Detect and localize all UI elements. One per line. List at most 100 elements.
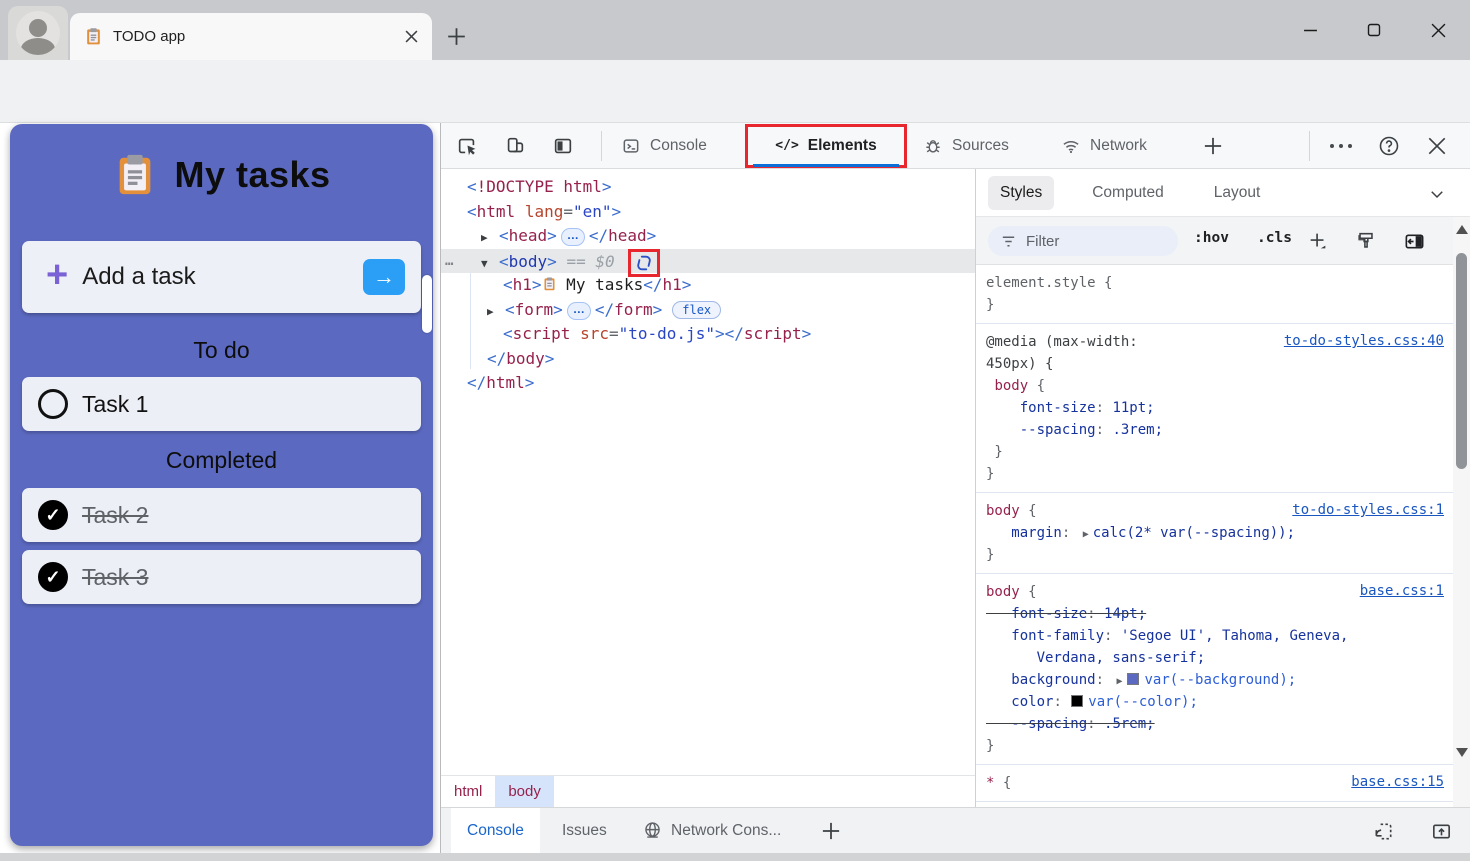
css-declaration[interactable]: color: var(--color);: [986, 691, 1453, 713]
expand-value-icon[interactable]: ▶: [1112, 676, 1126, 687]
css-rules-list: element.style {}to-do-styles.css:40@medi…: [976, 265, 1453, 807]
drawer-more-tabs-icon[interactable]: [819, 819, 843, 843]
code-token: >: [525, 373, 535, 392]
css-declaration[interactable]: }: [986, 463, 1453, 485]
tab-console[interactable]: Console: [621, 123, 707, 168]
dom-tree-row[interactable]: </html>: [441, 371, 975, 396]
dom-tree-row[interactable]: …▼<body> == $0: [441, 249, 975, 274]
scroll-down-arrow[interactable]: [1456, 748, 1468, 757]
more-tabs-icon[interactable]: [1201, 134, 1225, 158]
color-swatch[interactable]: [1127, 673, 1139, 685]
css-source-link[interactable]: to-do-styles.css:1: [1292, 502, 1444, 518]
page-scrollbar-thumb[interactable]: [422, 275, 432, 333]
drawer-tab-issues[interactable]: Issues: [546, 808, 623, 853]
tab-computed[interactable]: Computed: [1080, 176, 1176, 210]
css-rule-section: base.css:15* {: [976, 765, 1453, 802]
dom-tree-row[interactable]: ▶<head>…</head>: [441, 224, 975, 249]
task-row[interactable]: Task 1: [22, 377, 421, 431]
submit-task-button[interactable]: →: [363, 259, 405, 295]
profile-avatar[interactable]: [8, 6, 68, 60]
task-label: Task 1: [82, 391, 148, 418]
task-row[interactable]: ✓Task 2: [22, 488, 421, 542]
devtools-main: <!DOCTYPE html><html lang="en">▶<head>…<…: [441, 169, 1470, 807]
activity-bar-layout-icon[interactable]: [551, 134, 575, 158]
expand-arrow-icon[interactable]: ▶: [481, 226, 499, 251]
add-task-input[interactable]: + Add a task →: [22, 241, 421, 313]
code-token: [515, 202, 525, 221]
dom-tree-row[interactable]: <script src="to-do.js"></script>: [441, 322, 975, 347]
dock-panel-icon[interactable]: [1402, 229, 1426, 253]
css-declaration[interactable]: font-size: 14pt;: [986, 603, 1453, 625]
toggle-class-button[interactable]: .cls: [1257, 230, 1292, 246]
chevron-down-icon[interactable]: [1428, 185, 1446, 203]
css-source-link[interactable]: to-do-styles.css:40: [1284, 333, 1444, 349]
dashed-box-arrow-icon[interactable]: [1371, 819, 1395, 843]
css-declaration[interactable]: --spacing: .3rem;: [986, 419, 1453, 441]
new-tab-button[interactable]: [442, 22, 470, 50]
close-window-button[interactable]: [1406, 3, 1470, 57]
css-declaration[interactable]: 450px) {: [986, 353, 1453, 375]
breadcrumb-html[interactable]: html: [441, 776, 495, 807]
tab-elements[interactable]: </> Elements: [753, 123, 899, 168]
console-icon: [621, 136, 641, 156]
tab-styles[interactable]: Styles: [988, 176, 1054, 210]
inspect-element-icon[interactable]: [455, 134, 479, 158]
device-emulation-icon[interactable]: [503, 134, 527, 158]
drawer-tab-network-console[interactable]: Network Cons...: [626, 808, 797, 853]
scroll-up-arrow[interactable]: [1456, 225, 1468, 234]
close-devtools-icon[interactable]: [1425, 134, 1449, 158]
drawer-issues-label: Issues: [562, 822, 607, 840]
help-icon[interactable]: [1377, 134, 1401, 158]
expand-value-icon[interactable]: ▶: [1079, 529, 1093, 540]
dom-tree-row[interactable]: <html lang="en">: [441, 200, 975, 225]
task-checkbox-checked[interactable]: ✓: [38, 562, 68, 592]
new-style-rule-icon[interactable]: [1306, 229, 1330, 253]
dom-tree-row[interactable]: ▶<form>…</form>flex: [441, 298, 975, 323]
scrollbar-thumb[interactable]: [1456, 253, 1467, 469]
code-token: == $0: [557, 252, 624, 271]
tab-layout[interactable]: Layout: [1202, 176, 1273, 210]
drawer-tab-console[interactable]: Console: [451, 808, 540, 853]
css-declaration[interactable]: }: [986, 544, 1453, 566]
css-declaration[interactable]: body {: [986, 375, 1453, 397]
maximize-button[interactable]: [1342, 3, 1406, 57]
css-declaration[interactable]: font-size: 11pt;: [986, 397, 1453, 419]
expand-arrow-icon[interactable]: ▶: [487, 300, 505, 325]
task-row[interactable]: ✓Task 3: [22, 550, 421, 604]
breadcrumb-body[interactable]: body: [495, 776, 554, 807]
dom-tree-row[interactable]: <h1> My tasks</h1>: [441, 273, 975, 298]
dom-tree-row[interactable]: <!DOCTYPE html>: [441, 175, 975, 200]
css-declaration[interactable]: }: [986, 441, 1453, 463]
flex-badge[interactable]: flex: [672, 301, 721, 319]
color-swatch[interactable]: [1071, 695, 1083, 707]
tab-close-icon[interactable]: [405, 30, 418, 43]
css-declaration[interactable]: Verdana, sans-serif;: [986, 647, 1453, 669]
styles-scrollbar[interactable]: [1453, 217, 1470, 807]
tab-sources[interactable]: Sources: [923, 123, 1009, 168]
styles-filter-input[interactable]: Filter: [988, 226, 1178, 256]
css-declaration[interactable]: element.style {: [986, 272, 1453, 294]
toggle-hover-state-button[interactable]: :hov: [1194, 230, 1229, 246]
css-declaration[interactable]: margin: ▶calc(2* var(--spacing));: [986, 522, 1453, 544]
css-declaration[interactable]: }: [986, 735, 1453, 757]
css-declaration[interactable]: --spacing: .5rem;: [986, 713, 1453, 735]
css-source-link[interactable]: base.css:1: [1360, 583, 1444, 599]
css-declaration[interactable]: font-family: 'Segoe UI', Tahoma, Geneva,: [986, 625, 1453, 647]
css-declaration[interactable]: background: ▶var(--background);: [986, 669, 1453, 691]
expand-ellipsis-button[interactable]: …: [567, 302, 591, 320]
task-checkbox-checked[interactable]: ✓: [38, 500, 68, 530]
devtools-more-icon[interactable]: [1329, 134, 1353, 158]
css-source-link[interactable]: base.css:15: [1351, 774, 1444, 790]
elements-icon: </>: [775, 138, 798, 153]
css-declaration[interactable]: }: [986, 294, 1453, 316]
app-header: My tasks: [10, 152, 433, 198]
open-panel-up-icon[interactable]: [1429, 819, 1453, 843]
minimize-button[interactable]: [1278, 3, 1342, 57]
dom-row-actions-icon[interactable]: …: [445, 249, 454, 274]
dom-tree-row[interactable]: </body>: [441, 347, 975, 372]
tab-network[interactable]: Network: [1061, 123, 1147, 168]
expand-ellipsis-button[interactable]: …: [561, 228, 585, 246]
browser-tab[interactable]: TODO app: [70, 13, 432, 60]
task-checkbox-unchecked[interactable]: [38, 389, 68, 419]
brush-icon[interactable]: [1354, 229, 1378, 253]
